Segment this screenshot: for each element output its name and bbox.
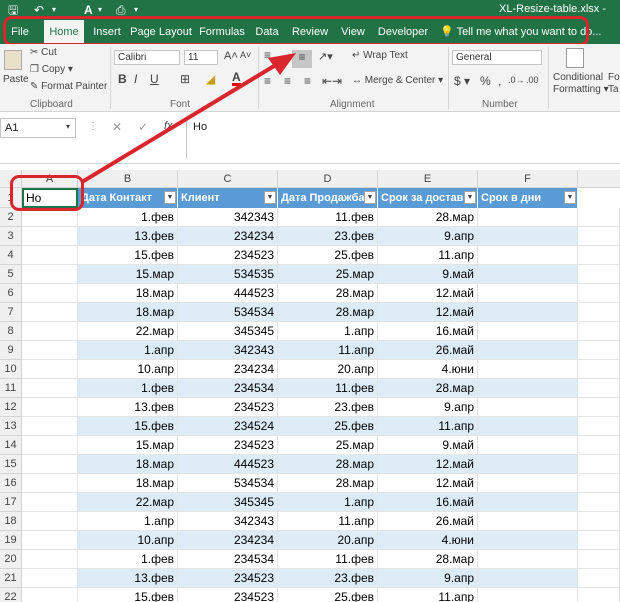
arrow-shaft — [80, 58, 286, 184]
annotation-arrow — [80, 53, 296, 184]
arrow-head — [268, 53, 296, 75]
